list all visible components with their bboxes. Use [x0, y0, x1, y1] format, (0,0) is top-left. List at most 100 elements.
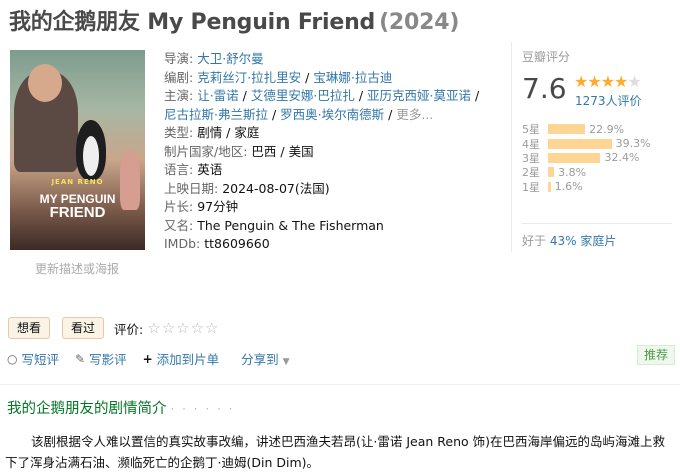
- rating-bar: [548, 167, 555, 178]
- summary-paragraph: 该剧根据令人难以置信的真实故事改编，讲述巴西渔夫若昂(让·雷诺 Jean Ren…: [5, 434, 665, 470]
- rate-stars-input[interactable]: ☆☆☆☆☆: [147, 319, 219, 337]
- better-than: 好于 43% 家庭片: [522, 223, 672, 249]
- rating-panel: 豆瓣评分 7.6 ★★★★★ 1273人评价 5星 22.9% 4星 39.3% 3星 3…: [511, 42, 678, 252]
- writer-label: 编剧:: [164, 69, 194, 85]
- rating-distribution: 5星 22.9% 4星 39.3% 3星 32.4% 2星 3.8% 1星 1.6%: [522, 122, 651, 194]
- rating-bar: [548, 152, 601, 163]
- imdb-row: IMDb: tt8609660: [164, 235, 494, 254]
- release-label: 上映日期:: [164, 180, 219, 196]
- comment-icon: ○: [7, 351, 18, 366]
- rating-row: 2星 3.8%: [522, 165, 651, 180]
- rating-row-label: 1星: [522, 180, 540, 194]
- movie-title: 我的企鹅朋友 My Penguin Friend: [9, 10, 376, 35]
- cast-link[interactable]: 尼古拉斯·弗兰斯拉: [164, 107, 268, 122]
- rating-bar: [548, 138, 612, 149]
- summary-text: 该剧根据令人难以置信的真实故事改编，讲述巴西渔夫若昂(让·雷诺 Jean Ren…: [5, 431, 677, 473]
- country-label: 制片国家/地区:: [164, 143, 248, 159]
- page-title: 我的企鹅朋友 My Penguin Friend (2024): [9, 4, 459, 36]
- cast-link[interactable]: 艾德里安娜·巴拉扎: [251, 88, 355, 103]
- chevron-down-icon: ▼: [282, 357, 290, 367]
- language-row: 语言: 英语: [164, 161, 494, 180]
- rating-score: 7.6: [522, 72, 567, 105]
- rating-stars-filled: ★★★★: [574, 72, 628, 91]
- cast-row-2: 尼古拉斯·弗兰斯拉 / 罗西奥·埃尔南德斯 / 更多...: [164, 106, 434, 122]
- poster-actor-name: JEAN RENO: [51, 178, 104, 186]
- user-action-bar: 想看 看过 评价: ☆☆☆☆☆: [8, 317, 220, 339]
- cast-label: 主演:: [164, 88, 194, 103]
- movie-info: 导演: 大卫·舒尔曼 编剧: 克莉丝汀·拉扎里安 / 宝琳娜·拉古迪 主演: 让…: [164, 50, 494, 254]
- movie-year: (2024): [379, 10, 460, 35]
- rating-row-pct: 32.4%: [604, 151, 640, 165]
- action-links: ○ 写短评 ✎ 写影评 + 添加到片单 分享到 ▼: [7, 349, 290, 368]
- imdb-label: IMDb:: [164, 236, 201, 251]
- country-row: 制片国家/地区: 巴西 / 美国: [164, 143, 494, 162]
- divider: [0, 384, 680, 385]
- cast-link[interactable]: 亚历克西娅·莫亚诺: [367, 88, 471, 103]
- release-value: 2024-08-07(法国): [222, 180, 330, 196]
- rating-row-pct: 1.6%: [554, 180, 583, 194]
- cast-row: 主演: 让·雷诺 / 艾德里安娜·巴拉扎 / 亚历克西娅·莫亚诺 /: [164, 88, 480, 103]
- rating-row-pct: 3.8%: [558, 165, 587, 179]
- rating-votes-link[interactable]: 1273人评价: [575, 92, 642, 109]
- rating-row: 5星 22.9%: [522, 122, 651, 137]
- rating-bar: [548, 181, 551, 192]
- rating-stars-empty: ★: [627, 72, 641, 91]
- runtime-value: 97分钟: [197, 199, 239, 214]
- poster-figure-penguin-belly: [83, 136, 99, 176]
- better-than-prefix: 好于: [522, 234, 547, 248]
- write-short-review-label: 写短评: [21, 352, 59, 367]
- cast-link[interactable]: 罗西奥·埃尔南德斯: [280, 107, 384, 122]
- add-to-list-link[interactable]: + 添加到片单: [143, 349, 220, 368]
- write-short-review-link[interactable]: ○ 写短评: [7, 349, 59, 368]
- rating-row: 3星 32.4%: [522, 151, 651, 165]
- better-than-genre[interactable]: 家庭片: [580, 234, 616, 248]
- director-link[interactable]: 大卫·舒尔曼: [197, 51, 263, 66]
- writer-link[interactable]: 克莉丝汀·拉扎里安: [197, 70, 301, 85]
- share-label: 分享到: [241, 352, 279, 367]
- language-value: 英语: [197, 162, 223, 177]
- rate-label: 评价:: [114, 321, 144, 337]
- language-label: 语言:: [164, 162, 194, 177]
- cast-link[interactable]: 让·雷诺: [197, 88, 238, 103]
- aka-value: The Penguin & The Fisherman: [197, 217, 384, 233]
- rating-head: 豆瓣评分: [522, 50, 571, 64]
- rating-row-pct: 22.9%: [589, 122, 625, 136]
- rating-stars-icon: ★★★★★: [574, 72, 642, 91]
- watched-button[interactable]: 看过: [62, 317, 105, 339]
- runtime-row: 片长: 97分钟: [164, 198, 494, 217]
- aka-label: 又名:: [164, 217, 194, 233]
- plus-icon: +: [142, 351, 153, 366]
- cast-more-link[interactable]: 更多...: [396, 107, 433, 122]
- want-to-watch-button[interactable]: 想看: [8, 317, 51, 339]
- aka-row: 又名: The Penguin & The Fisherman: [164, 217, 494, 236]
- summary-title: 我的企鹅朋友的剧情简介: [7, 401, 167, 417]
- poster-figure-head: [28, 64, 62, 102]
- genre-row: 类型: 剧情 / 家庭: [164, 124, 494, 143]
- add-to-list-label: 添加到片单: [156, 352, 220, 367]
- better-than-pct[interactable]: 43%: [550, 234, 577, 248]
- writer-link[interactable]: 宝琳娜·拉古迪: [313, 70, 392, 85]
- update-poster-link[interactable]: 更新描述或海报: [35, 260, 119, 277]
- genre-label: 类型:: [164, 125, 194, 140]
- rating-row: 4星 39.3%: [522, 136, 651, 151]
- summary-heading: 我的企鹅朋友的剧情简介 · · · · · ·: [7, 397, 234, 418]
- share-dropdown[interactable]: 分享到 ▼: [241, 349, 289, 368]
- country-value: 巴西 / 美国: [251, 143, 314, 159]
- genre-value: 剧情 / 家庭: [197, 125, 260, 140]
- rating-row-pct: 39.3%: [615, 137, 651, 151]
- poster-image[interactable]: JEAN RENO MY PENGUIN FRIEND: [10, 50, 145, 250]
- rating-row: 1星 1.6%: [522, 180, 651, 194]
- write-review-link[interactable]: ✎ 写影评: [75, 349, 127, 368]
- director-label: 导演:: [164, 51, 194, 66]
- poster-title: MY PENGUIN FRIEND: [10, 192, 145, 220]
- write-review-label: 写影评: [89, 352, 127, 367]
- runtime-label: 片长:: [164, 199, 194, 214]
- poster-title-line2: FRIEND: [49, 204, 106, 221]
- director-row: 导演: 大卫·舒尔曼: [164, 50, 494, 69]
- release-row: 上映日期: 2024-08-07(法国): [164, 180, 494, 199]
- recommend-button[interactable]: 推荐: [637, 345, 676, 365]
- summary-dots: · · · · · ·: [170, 402, 235, 416]
- imdb-value: tt8609660: [204, 236, 270, 251]
- pencil-icon: ✎: [75, 351, 86, 366]
- writer-row: 编剧: 克莉丝汀·拉扎里安 / 宝琳娜·拉古迪: [164, 69, 393, 85]
